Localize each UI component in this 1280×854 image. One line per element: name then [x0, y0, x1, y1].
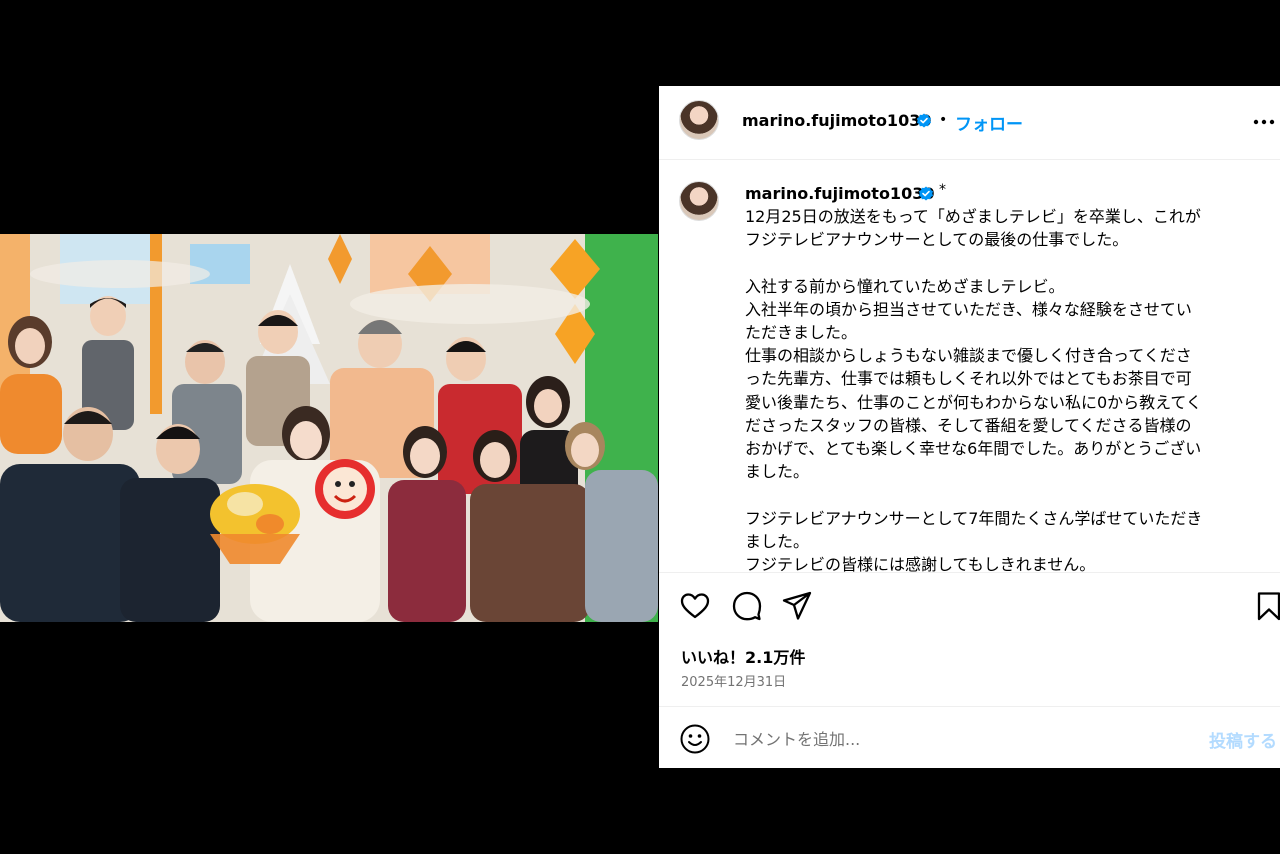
post-date[interactable]: 2025年12月31日: [681, 671, 786, 690]
edited-mark: *: [939, 182, 946, 198]
caption-line: 入社半年の頃から担当させていただき、様々な経験をさせてい: [745, 299, 1192, 319]
caption-text: 12月25日の放送をもって「めざましテレビ」を卒業し、これが フジテレビアナウン…: [745, 205, 1265, 572]
caption-line: 仕事の相談からしょうもない雑談まで優しく付き合ってくださ: [745, 346, 1192, 366]
caption-line: [745, 483, 1265, 506]
likes-count[interactable]: いいね！2.1万件: [681, 644, 805, 668]
caption-line: った先輩方、仕事では頼もしくそれ以外ではとてもお茶目で可: [745, 369, 1192, 389]
caption-area: marino.fujimoto1030 * 12月25日の放送をもって「めざまし…: [659, 160, 1280, 572]
post-photo[interactable]: [0, 234, 658, 622]
post-comment-button[interactable]: 投稿する: [1209, 727, 1277, 752]
more-options-icon[interactable]: [1250, 112, 1280, 132]
heart-icon[interactable]: [679, 590, 711, 622]
comment-bar: 投稿する: [659, 706, 1280, 768]
caption-line: ださったスタッフの皆様、そして番組を愛してくださる皆様の: [745, 415, 1192, 435]
separator-dot: •: [939, 112, 948, 128]
caption-line: フジテレビアナウンサーとして7年間たくさん学ばせていただき: [745, 508, 1203, 528]
comment-icon[interactable]: [731, 590, 763, 622]
caption-username[interactable]: marino.fujimoto1030: [745, 184, 934, 203]
caption-line: おかげで、とても楽しく幸せな6年間でした。ありがとうござい: [745, 439, 1202, 459]
caption-line: フジテレビの皆様には感謝してもしきれません。: [745, 555, 1096, 572]
caption-line: ただきました。: [745, 323, 858, 342]
caption-line: ました。: [745, 531, 810, 551]
bookmark-icon[interactable]: [1253, 590, 1280, 622]
post-header: marino.fujimoto1030 • フォロー: [659, 86, 1280, 160]
caption-line: [745, 251, 1265, 274]
verified-badge-icon: [917, 113, 931, 128]
share-icon[interactable]: [781, 590, 813, 622]
caption-line: 愛い後輩たち、仕事のことが何もわからない私に0から教えてく: [745, 392, 1202, 412]
follow-button[interactable]: フォロー: [955, 110, 1023, 135]
verified-badge-icon: [919, 186, 933, 201]
avatar[interactable]: [679, 100, 719, 140]
post-panel: marino.fujimoto1030 • フォロー marino.fujimo…: [659, 86, 1280, 768]
comment-input[interactable]: [731, 725, 1195, 753]
caption-line: 12月25日の放送をもって「めざましテレビ」を卒業し、これが: [745, 207, 1201, 226]
caption-avatar[interactable]: [679, 181, 719, 221]
caption-line: ました。: [745, 462, 810, 482]
caption-line: フジテレビアナウンサーとしての最後の仕事でした。: [745, 230, 1129, 250]
group-photo-image: [0, 234, 658, 622]
header-username[interactable]: marino.fujimoto1030: [742, 111, 931, 130]
caption-line: 入社する前から憧れていためざましテレビ。: [745, 276, 1065, 296]
emoji-icon[interactable]: [679, 723, 711, 755]
